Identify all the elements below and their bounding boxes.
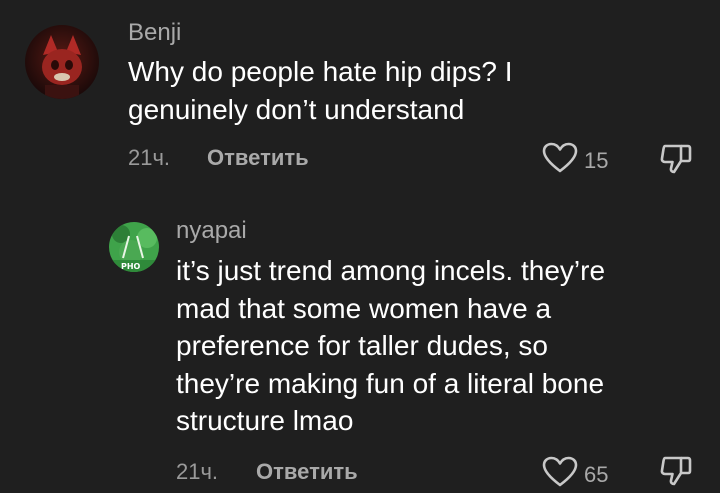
comment-text-line: it’s just trend among incels. they’re bbox=[176, 255, 606, 286]
thumbs-down-outline-icon bbox=[659, 456, 693, 492]
dislike-button[interactable] bbox=[659, 142, 693, 181]
avatar-text: PHO bbox=[121, 262, 141, 271]
username[interactable]: Benji bbox=[128, 21, 181, 45]
heart-outline-icon bbox=[542, 142, 578, 179]
reply-button[interactable]: Ответить bbox=[256, 461, 358, 483]
avatar[interactable] bbox=[25, 25, 99, 99]
like-button[interactable]: 65 bbox=[542, 456, 608, 493]
username[interactable]: nyapai bbox=[176, 219, 247, 243]
timestamp: 21ч. bbox=[176, 459, 219, 484]
heart-outline-icon bbox=[542, 456, 578, 493]
comment-text-line: they’re making fun of a literal bone bbox=[176, 367, 605, 399]
dislike-button[interactable] bbox=[659, 454, 693, 493]
reply-button[interactable]: Ответить bbox=[207, 147, 309, 169]
like-count: 65 bbox=[584, 461, 609, 487]
comment-text-line: structure lmao bbox=[176, 405, 354, 436]
timestamp: 21ч. bbox=[128, 145, 171, 170]
avatar[interactable]: PHO bbox=[109, 222, 159, 272]
like-button[interactable]: 15 bbox=[542, 142, 608, 179]
thumbs-down-outline-icon bbox=[659, 144, 693, 180]
comment-text: Why do people hate hip dips? I genuinely… bbox=[128, 53, 512, 128]
comment-text-line: genuinely don’t understand bbox=[128, 93, 465, 125]
comment-text-line: Why do people hate hip dips? I bbox=[128, 56, 513, 87]
comment-text-line: mad that some women have a bbox=[176, 292, 552, 324]
comment-text-line: preference for taller dudes, so bbox=[176, 330, 548, 361]
like-count: 15 bbox=[584, 147, 609, 173]
comment-text: it’s just trend among incels. they’re ma… bbox=[176, 252, 605, 440]
